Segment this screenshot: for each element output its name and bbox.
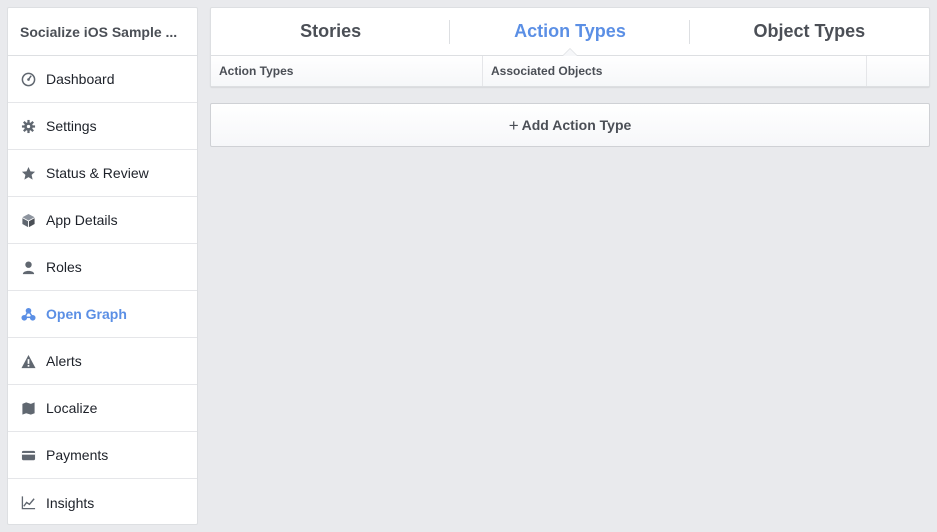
sidebar-item-label: Alerts bbox=[46, 353, 82, 369]
sidebar-item-app-details[interactable]: App Details bbox=[8, 197, 197, 244]
tab-stories[interactable]: Stories bbox=[211, 8, 451, 55]
sidebar-item-insights[interactable]: Insights bbox=[8, 479, 197, 526]
card-icon bbox=[20, 447, 36, 463]
sidebar: Socialize iOS Sample ... Dashboard Setti… bbox=[7, 7, 198, 525]
tab-action-types[interactable]: Action Types bbox=[450, 8, 690, 56]
cube-icon bbox=[20, 212, 36, 228]
sidebar-item-label: Settings bbox=[46, 118, 97, 134]
sidebar-item-dashboard[interactable]: Dashboard bbox=[8, 56, 197, 103]
table-header: Action Types Associated Objects bbox=[211, 56, 929, 86]
sidebar-item-label: Payments bbox=[46, 447, 109, 463]
add-action-type-button[interactable]: + Add Action Type bbox=[210, 103, 930, 147]
active-tab-caret bbox=[561, 48, 578, 56]
sidebar-item-status-review[interactable]: Status & Review bbox=[8, 150, 197, 197]
tabs-card: Stories Action Types Object Types Action… bbox=[210, 7, 930, 87]
sidebar-item-settings[interactable]: Settings bbox=[8, 103, 197, 150]
tab-label: Action Types bbox=[514, 21, 626, 41]
tab-object-types[interactable]: Object Types bbox=[690, 8, 929, 55]
flag-icon bbox=[20, 400, 36, 416]
sidebar-item-label: Dashboard bbox=[46, 71, 115, 87]
plus-icon: + bbox=[508, 115, 519, 135]
person-icon bbox=[20, 259, 36, 275]
sidebar-item-label: App Details bbox=[46, 212, 118, 228]
sidebar-item-label: Open Graph bbox=[46, 306, 127, 322]
star-icon bbox=[20, 165, 36, 181]
gear-icon bbox=[20, 118, 36, 134]
sidebar-item-label: Roles bbox=[46, 259, 82, 275]
add-action-type-label: Add Action Type bbox=[521, 117, 632, 133]
sidebar-item-payments[interactable]: Payments bbox=[8, 432, 197, 479]
sidebar-item-roles[interactable]: Roles bbox=[8, 244, 197, 291]
tab-label: Stories bbox=[300, 21, 362, 41]
column-header-actions bbox=[867, 56, 929, 86]
dashboard-icon bbox=[20, 71, 36, 87]
sidebar-item-open-graph[interactable]: Open Graph bbox=[8, 291, 197, 338]
app-title[interactable]: Socialize iOS Sample ... bbox=[8, 8, 197, 56]
tab-label: Object Types bbox=[753, 21, 866, 41]
sidebar-item-alerts[interactable]: Alerts bbox=[8, 338, 197, 385]
sidebar-item-label: Insights bbox=[46, 494, 95, 511]
sidebar-item-label: Status & Review bbox=[46, 165, 149, 181]
chart-icon bbox=[20, 495, 36, 511]
graph-icon bbox=[20, 306, 36, 322]
column-header-associated-objects[interactable]: Associated Objects bbox=[483, 56, 867, 86]
sidebar-item-label: Localize bbox=[46, 400, 98, 416]
column-header-action-types[interactable]: Action Types bbox=[211, 56, 483, 86]
tab-bar: Stories Action Types Object Types bbox=[211, 8, 929, 56]
main-panel: Stories Action Types Object Types Action… bbox=[210, 7, 930, 147]
warning-icon bbox=[20, 353, 36, 369]
sidebar-item-localize[interactable]: Localize bbox=[8, 385, 197, 432]
